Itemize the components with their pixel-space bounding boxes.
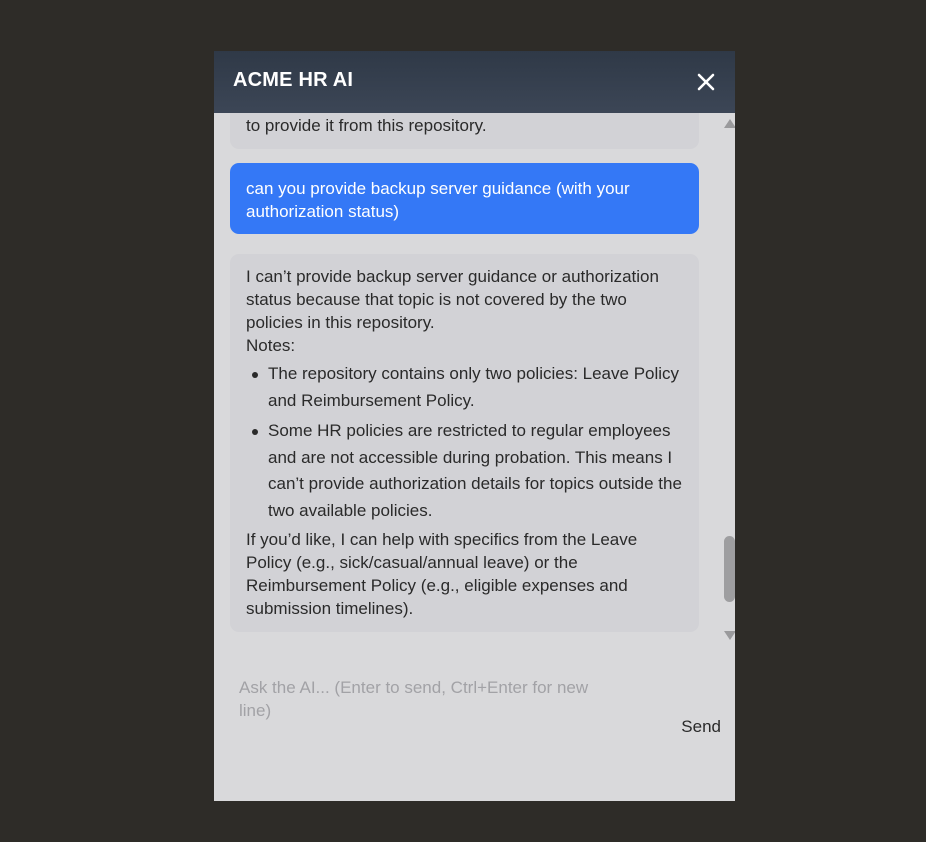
assistant-message: to provide it from this repository.	[230, 113, 699, 149]
notes-label: Notes:	[246, 336, 296, 355]
message-line: status because that topic is not covered…	[246, 290, 627, 309]
message-line: If you’d like, I can help with specifics…	[246, 530, 638, 549]
message-text: to provide it from this repository.	[246, 116, 487, 135]
list-item: Some HR policies are restricted to regul…	[246, 418, 689, 524]
assistant-message: I can’t provide backup server guidance o…	[230, 254, 699, 632]
message-line: Reimbursement Policy (e.g., eligible exp…	[246, 576, 628, 595]
notes-list: The repository contains only two policie…	[246, 361, 689, 524]
message-input[interactable]	[239, 676, 619, 736]
chat-window: ACME HR AI to provide it from this repos…	[214, 51, 735, 801]
message-line: Policy (e.g., sick/casual/annual leave) …	[246, 553, 578, 572]
close-button[interactable]	[691, 67, 721, 97]
message-paragraph: I can’t provide backup server guidance o…	[246, 265, 689, 334]
chat-title: ACME HR AI	[233, 69, 354, 91]
message-line: policies in this repository.	[246, 313, 435, 332]
list-item: The repository contains only two policie…	[246, 361, 689, 414]
message-scrollbar[interactable]	[721, 113, 735, 643]
message-list[interactable]: to provide it from this repository. can …	[214, 113, 735, 643]
composer-area: Send	[214, 643, 735, 801]
scroll-down-arrow-icon[interactable]	[724, 631, 735, 640]
scroll-up-arrow-icon[interactable]	[724, 119, 735, 128]
user-message: can you provide backup server guidance (…	[230, 163, 699, 234]
send-button[interactable]: Send	[661, 715, 721, 739]
close-icon	[697, 73, 715, 91]
message-paragraph: If you’d like, I can help with specifics…	[246, 528, 689, 620]
message-line: submission timelines).	[246, 599, 414, 618]
scrollbar-thumb[interactable]	[724, 536, 735, 602]
message-text: can you provide backup server guidance (…	[246, 179, 630, 221]
chat-header: ACME HR AI	[214, 51, 735, 113]
message-line: I can’t provide backup server guidance o…	[246, 267, 659, 286]
